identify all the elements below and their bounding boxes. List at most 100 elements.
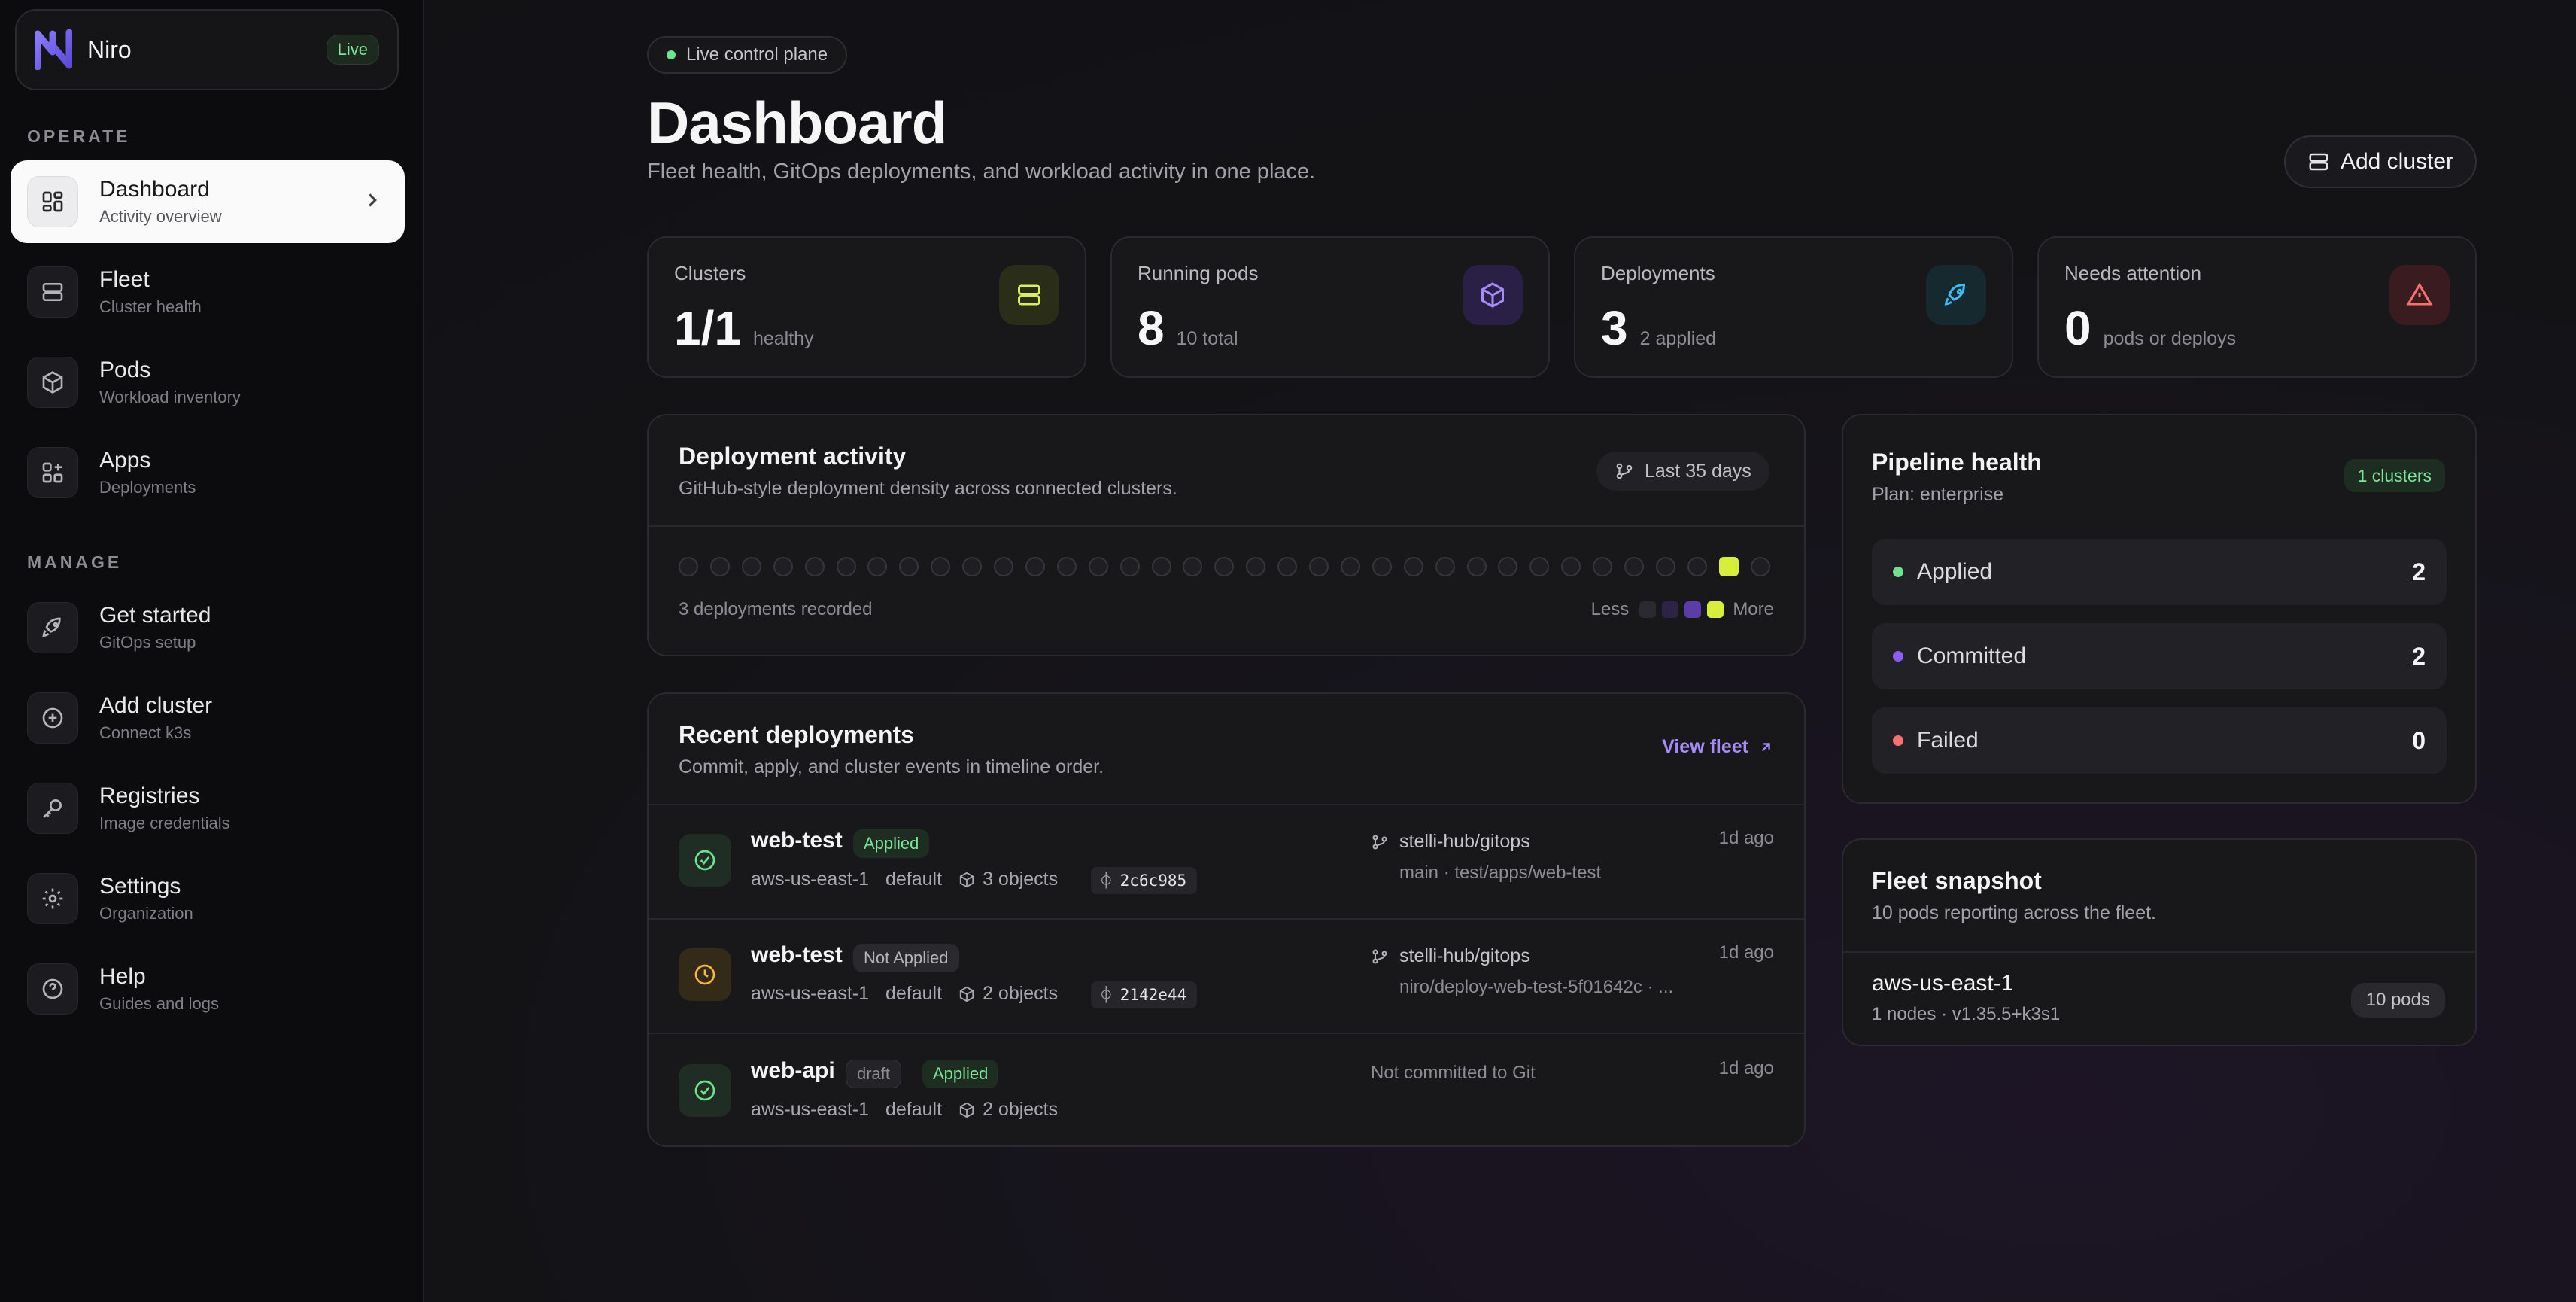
activity-day-cell[interactable] — [962, 557, 983, 576]
activity-day-cell[interactable] — [1309, 557, 1329, 576]
stat-card-needs-attention[interactable]: Needs attention 0 pods or deploys — [2037, 236, 2477, 378]
activity-day-cell[interactable] — [899, 557, 919, 576]
sidebar-item-pods[interactable]: Pods Workload inventory — [11, 341, 405, 424]
check-circle-icon — [679, 834, 731, 887]
sidebar-item-add-cluster[interactable]: Add cluster Connect k3s — [11, 677, 405, 759]
legend-level-1 — [1662, 601, 1679, 618]
activity-day-cell[interactable] — [1151, 557, 1171, 576]
stat-card-deployments[interactable]: Deployments 3 2 applied — [1574, 236, 2013, 378]
activity-day-cell[interactable] — [1025, 557, 1045, 576]
commit-hash[interactable]: ⌽ 2c6c985 — [1091, 867, 1198, 894]
stat-value: 3 — [1601, 301, 1628, 355]
deployment-row[interactable]: web-test Applied aws-us-east-1 default 3… — [649, 805, 1804, 918]
add-cluster-button[interactable]: Add cluster — [2284, 135, 2477, 188]
brand-card[interactable]: Niro Live — [15, 9, 399, 90]
activity-day-cell[interactable] — [1214, 557, 1235, 576]
activity-day-cell[interactable] — [741, 557, 761, 576]
pipeline-row-committed[interactable]: Committed 2 — [1872, 623, 2447, 689]
fleet-title: Fleet snapshot — [1872, 867, 2042, 894]
activity-day-cell[interactable] — [867, 557, 888, 576]
activity-day-cell[interactable] — [836, 557, 856, 576]
activity-day-cell[interactable] — [1435, 557, 1455, 576]
sidebar-item-title: Help — [99, 964, 146, 989]
pipeline-row-applied[interactable]: Applied 2 — [1872, 539, 2447, 605]
activity-range-label: Last 35 days — [1645, 460, 1751, 482]
activity-legend: Less More — [1591, 599, 1774, 620]
sidebar-item-apps[interactable]: Apps Deployments — [11, 431, 405, 514]
arrow-up-right-icon — [1761, 742, 1770, 751]
activity-day-cell[interactable] — [1372, 557, 1392, 576]
sidebar-item-title: Get started — [99, 603, 211, 628]
sidebar-item-help[interactable]: Help Guides and logs — [11, 948, 405, 1030]
activity-day-cell[interactable] — [1561, 557, 1581, 576]
activity-day-cell[interactable] — [1498, 557, 1518, 576]
activity-range-button[interactable]: Last 35 days — [1596, 452, 1769, 491]
deployment-repo[interactable]: stelli-hub/gitops — [1371, 831, 1530, 853]
view-fleet-link[interactable]: View fleet — [1662, 736, 1774, 758]
fleet-cluster-meta: 1 nodes · v1.35.5+k3s1 — [1872, 1004, 2061, 1024]
sidebar-item-subtitle: Workload inventory — [99, 388, 241, 406]
stat-note: healthy — [752, 328, 814, 349]
deployment-app-name: web-test — [751, 828, 843, 853]
activity-day-cell[interactable] — [1088, 557, 1108, 576]
sidebar: Niro Live OPERATE Dashboard Activity ove… — [0, 0, 424, 1302]
activity-day-cell[interactable] — [994, 557, 1013, 576]
activity-day-cell[interactable] — [1403, 557, 1423, 576]
stat-note: pods or deploys — [2103, 328, 2237, 349]
activity-day-cell[interactable] — [1530, 557, 1550, 576]
status-badge: Applied — [922, 1060, 999, 1088]
deployment-repo-label: stelli-hub/gitops — [1399, 945, 1530, 966]
deployment-cluster: aws-us-east-1 — [751, 983, 869, 1004]
activity-day-cell[interactable] — [1718, 557, 1739, 576]
deployment-repo[interactable]: stelli-hub/gitops — [1371, 945, 1530, 967]
gear-icon — [27, 873, 78, 924]
activity-day-cell[interactable] — [804, 557, 825, 576]
activity-day-cell[interactable] — [1655, 557, 1675, 576]
deployment-repo-label: stelli-hub/gitops — [1399, 831, 1530, 852]
sidebar-item-get-started[interactable]: Get started GitOps setup — [11, 586, 405, 669]
sidebar-item-subtitle: Image credentials — [99, 814, 230, 832]
server-icon — [2309, 153, 2328, 171]
activity-subtitle: GitHub-style deployment density across c… — [679, 478, 1177, 499]
activity-day-cell[interactable] — [773, 557, 793, 576]
live-control-plane-pill: Live control plane — [647, 36, 848, 74]
stat-note: 10 total — [1176, 328, 1238, 349]
sidebar-item-registries[interactable]: Registries Image credentials — [11, 767, 405, 850]
activity-recorded: 3 deployments recorded — [679, 599, 873, 619]
sidebar-item-title: Add cluster — [99, 693, 213, 718]
deployment-row[interactable]: web-api draft Applied aws-us-east-1 defa… — [649, 1034, 1804, 1147]
git-icon — [1372, 949, 1387, 963]
activity-day-cell[interactable] — [1119, 557, 1140, 576]
activity-day-cell[interactable] — [1593, 557, 1613, 576]
deployment-row[interactable]: web-test Not Applied aws-us-east-1 defau… — [649, 920, 1804, 1033]
activity-day-cell[interactable] — [709, 557, 730, 576]
activity-day-cell[interactable] — [931, 557, 951, 576]
activity-day-cell[interactable] — [1056, 557, 1077, 576]
sidebar-item-title: Pods — [99, 357, 151, 382]
page-subtitle: Fleet health, GitOps deployments, and wo… — [647, 160, 1316, 184]
committed-status-dot — [1893, 651, 1903, 662]
pipeline-row-failed[interactable]: Failed 0 — [1872, 707, 2447, 774]
stat-card-clusters[interactable]: Clusters 1/1 healthy — [647, 236, 1086, 378]
sidebar-item-dashboard[interactable]: Dashboard Activity overview — [11, 160, 405, 243]
activity-day-cell[interactable] — [1466, 557, 1487, 576]
failed-status-dot — [1893, 735, 1903, 746]
activity-day-cell[interactable] — [1277, 557, 1298, 576]
activity-day-cell[interactable] — [1183, 557, 1203, 576]
activity-day-cell[interactable] — [1750, 557, 1770, 576]
fleet-cluster-row[interactable]: aws-us-east-1 1 nodes · v1.35.5+k3s1 10 … — [1843, 953, 2475, 1043]
activity-day-cell[interactable] — [679, 557, 698, 576]
activity-day-cell[interactable] — [1624, 557, 1644, 576]
deployment-objects: 2 objects — [983, 983, 1059, 1004]
commit-hash[interactable]: ⌽ 2142e44 — [1091, 981, 1198, 1008]
pipeline-row-label: Applied — [1917, 559, 1993, 584]
activity-day-cell[interactable] — [1340, 557, 1360, 576]
sidebar-item-subtitle: Activity overview — [99, 207, 222, 226]
activity-day-cell[interactable] — [1246, 557, 1266, 576]
warning-icon — [2389, 265, 2450, 325]
stat-card-running-pods[interactable]: Running pods 8 10 total — [1110, 236, 1550, 378]
sidebar-item-settings[interactable]: Settings Organization — [11, 857, 405, 940]
legend-level-2 — [1684, 601, 1702, 618]
activity-day-cell[interactable] — [1687, 557, 1707, 576]
sidebar-item-fleet[interactable]: Fleet Cluster health — [11, 251, 405, 333]
